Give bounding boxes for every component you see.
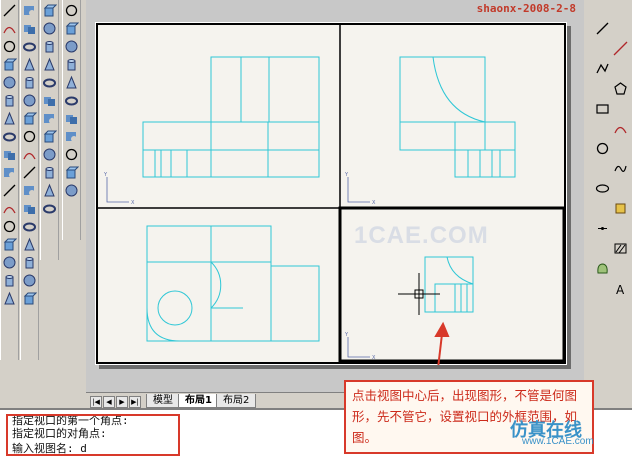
tab-layout1[interactable]: 布局1 (178, 394, 219, 408)
union-icon[interactable] (22, 201, 37, 216)
region-icon[interactable] (595, 261, 610, 276)
drawing-area[interactable]: shaonx-2008-2-8 Y X Y X Y X 1CAE.COM (86, 0, 584, 392)
arc-icon[interactable] (2, 201, 17, 216)
sphere-icon[interactable] (42, 147, 57, 162)
layout-paper: YX YX YX (95, 22, 567, 365)
ellipse-icon[interactable] (595, 181, 610, 196)
box-icon[interactable] (42, 3, 57, 18)
line-icon[interactable] (22, 165, 37, 180)
union-icon[interactable] (64, 111, 79, 126)
subtract-icon[interactable] (22, 3, 37, 18)
polyline-icon[interactable] (595, 61, 610, 76)
author-watermark: shaonx-2008-2-8 (476, 2, 576, 15)
union-icon[interactable] (2, 147, 17, 162)
subtract-icon[interactable] (22, 183, 37, 198)
hatch-icon[interactable] (613, 241, 628, 256)
circle-icon[interactable] (64, 147, 79, 162)
circle-icon[interactable] (2, 219, 17, 234)
torus-icon[interactable] (2, 129, 17, 144)
torus-icon[interactable] (42, 75, 57, 90)
torus-icon[interactable] (22, 219, 37, 234)
circle-icon[interactable] (2, 39, 17, 54)
cone-icon[interactable] (22, 237, 37, 252)
cylinder-icon[interactable] (2, 273, 17, 288)
cone-icon[interactable] (42, 57, 57, 72)
site-watermark: 1CAE.COM (354, 222, 489, 249)
tab-model[interactable]: 模型 (146, 394, 180, 408)
cylinder-icon[interactable] (64, 57, 79, 72)
sphere-icon[interactable] (2, 255, 17, 270)
cylinder-icon[interactable] (22, 75, 37, 90)
left-toolbar-4 (62, 0, 81, 240)
cylinder-icon[interactable] (42, 39, 57, 54)
box-icon[interactable] (64, 165, 79, 180)
arc-icon[interactable] (2, 21, 17, 36)
sphere-icon[interactable] (64, 183, 79, 198)
sphere-icon[interactable] (22, 273, 37, 288)
sphere-icon[interactable] (2, 75, 17, 90)
torus-icon[interactable] (64, 93, 79, 108)
tab-prev-button[interactable]: ◀ (103, 396, 115, 408)
sphere-icon[interactable] (42, 21, 57, 36)
cylinder-icon[interactable] (42, 165, 57, 180)
subtract-icon[interactable] (64, 129, 79, 144)
left-toolbar-2 (20, 0, 39, 360)
tab-next-button[interactable]: ▶ (116, 396, 128, 408)
cone-icon[interactable] (42, 183, 57, 198)
left-toolbar-3 (40, 0, 59, 260)
cylinder-icon[interactable] (22, 255, 37, 270)
polygon-icon[interactable] (613, 81, 628, 96)
cylinder-icon[interactable] (2, 93, 17, 108)
tab-layout2[interactable]: 布局2 (216, 394, 257, 408)
line-icon[interactable] (595, 21, 610, 36)
svg-text:X: X (372, 200, 376, 206)
cone-icon[interactable] (2, 111, 17, 126)
svg-text:X: X (131, 200, 135, 206)
tab-last-button[interactable]: ▶| (129, 396, 141, 408)
torus-icon[interactable] (22, 39, 37, 54)
box-icon[interactable] (64, 21, 79, 36)
box-icon[interactable] (42, 129, 57, 144)
box-icon[interactable] (2, 57, 17, 72)
cone-icon[interactable] (2, 291, 17, 306)
box-icon[interactable] (22, 291, 37, 306)
subtract-icon[interactable] (42, 111, 57, 126)
draw-toolbar: A (584, 0, 632, 392)
viewport-drawing[interactable]: YX YX YX (95, 22, 567, 365)
cone-icon[interactable] (64, 75, 79, 90)
torus-icon[interactable] (42, 201, 57, 216)
spline-icon[interactable] (613, 161, 628, 176)
xline-icon[interactable] (613, 41, 628, 56)
subtract-icon[interactable] (2, 165, 17, 180)
arc-icon[interactable] (22, 147, 37, 162)
left-toolbar-1 (0, 0, 19, 360)
arc-icon[interactable] (613, 121, 628, 136)
site-logo-url: www.1CAE.com (522, 436, 594, 447)
svg-text:X: X (372, 355, 376, 361)
text-icon[interactable]: A (613, 281, 628, 296)
circle-icon[interactable] (22, 129, 37, 144)
cone-icon[interactable] (22, 57, 37, 72)
circle-icon[interactable] (64, 3, 79, 18)
union-icon[interactable] (22, 21, 37, 36)
box-icon[interactable] (2, 237, 17, 252)
svg-text:A: A (616, 283, 625, 296)
rectangle-icon[interactable] (595, 101, 610, 116)
line-icon[interactable] (2, 3, 17, 18)
union-icon[interactable] (42, 93, 57, 108)
command-highlight-box (6, 414, 180, 456)
box-icon[interactable] (22, 111, 37, 126)
sphere-icon[interactable] (64, 39, 79, 54)
sphere-icon[interactable] (22, 93, 37, 108)
line-icon[interactable] (2, 183, 17, 198)
insert-icon[interactable] (613, 201, 628, 216)
point-icon[interactable] (595, 221, 610, 236)
tab-first-button[interactable]: |◀ (90, 396, 102, 408)
circle-icon[interactable] (595, 141, 610, 156)
